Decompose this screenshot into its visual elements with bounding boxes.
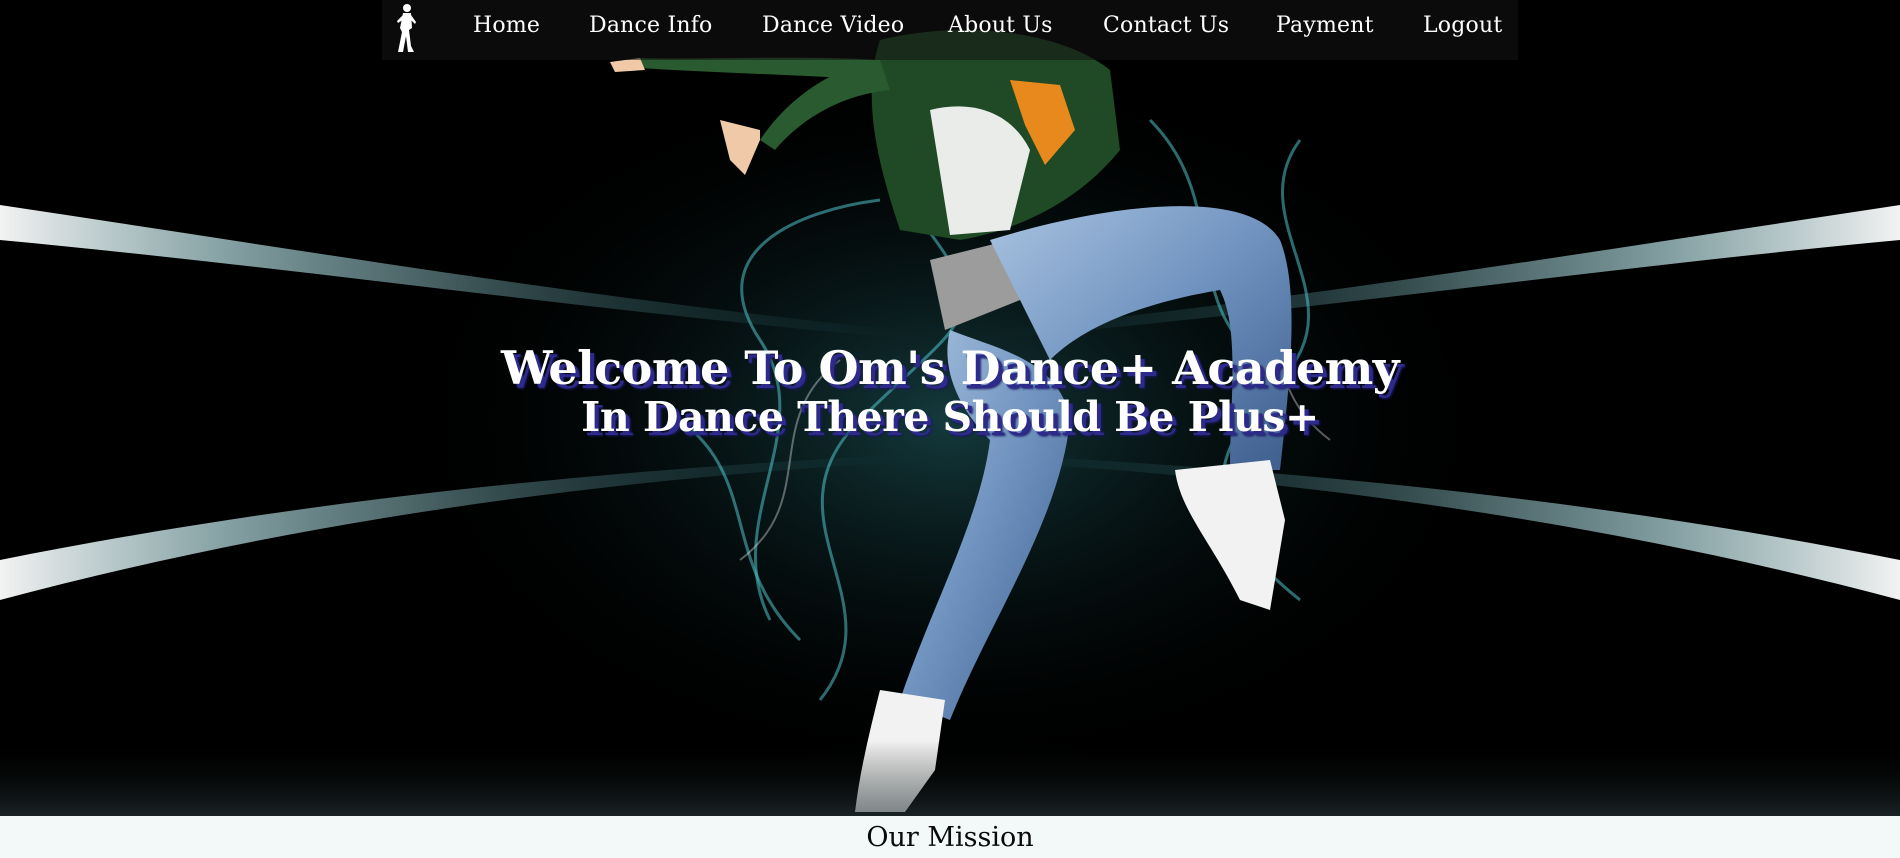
top-navbar: Home Dance Info Dance Video About Us Con… bbox=[382, 0, 1518, 60]
mission-heading: Our Mission bbox=[866, 822, 1034, 853]
mission-section: Our Mission bbox=[0, 816, 1900, 858]
nav-dance-info[interactable]: Dance Info bbox=[589, 13, 713, 38]
hero-title: Welcome To Om's Dance+ Academy bbox=[501, 341, 1400, 395]
nav-logout[interactable]: Logout bbox=[1423, 13, 1502, 38]
hero-headline: Welcome To Om's Dance+ Academy In Dance … bbox=[0, 342, 1900, 440]
hero-banner: Home Dance Info Dance Video About Us Con… bbox=[0, 0, 1900, 816]
hero-subtitle: In Dance There Should Be Plus+ bbox=[581, 393, 1319, 441]
nav-home[interactable]: Home bbox=[473, 13, 540, 38]
nav-contact-us[interactable]: Contact Us bbox=[1103, 13, 1229, 38]
nav-payment[interactable]: Payment bbox=[1276, 13, 1374, 38]
page: Home Dance Info Dance Video About Us Con… bbox=[0, 0, 1900, 858]
nav-about-us[interactable]: About Us bbox=[948, 13, 1053, 38]
nav-dance-video[interactable]: Dance Video bbox=[762, 13, 904, 38]
dancer-silhouette-icon[interactable] bbox=[394, 2, 418, 54]
